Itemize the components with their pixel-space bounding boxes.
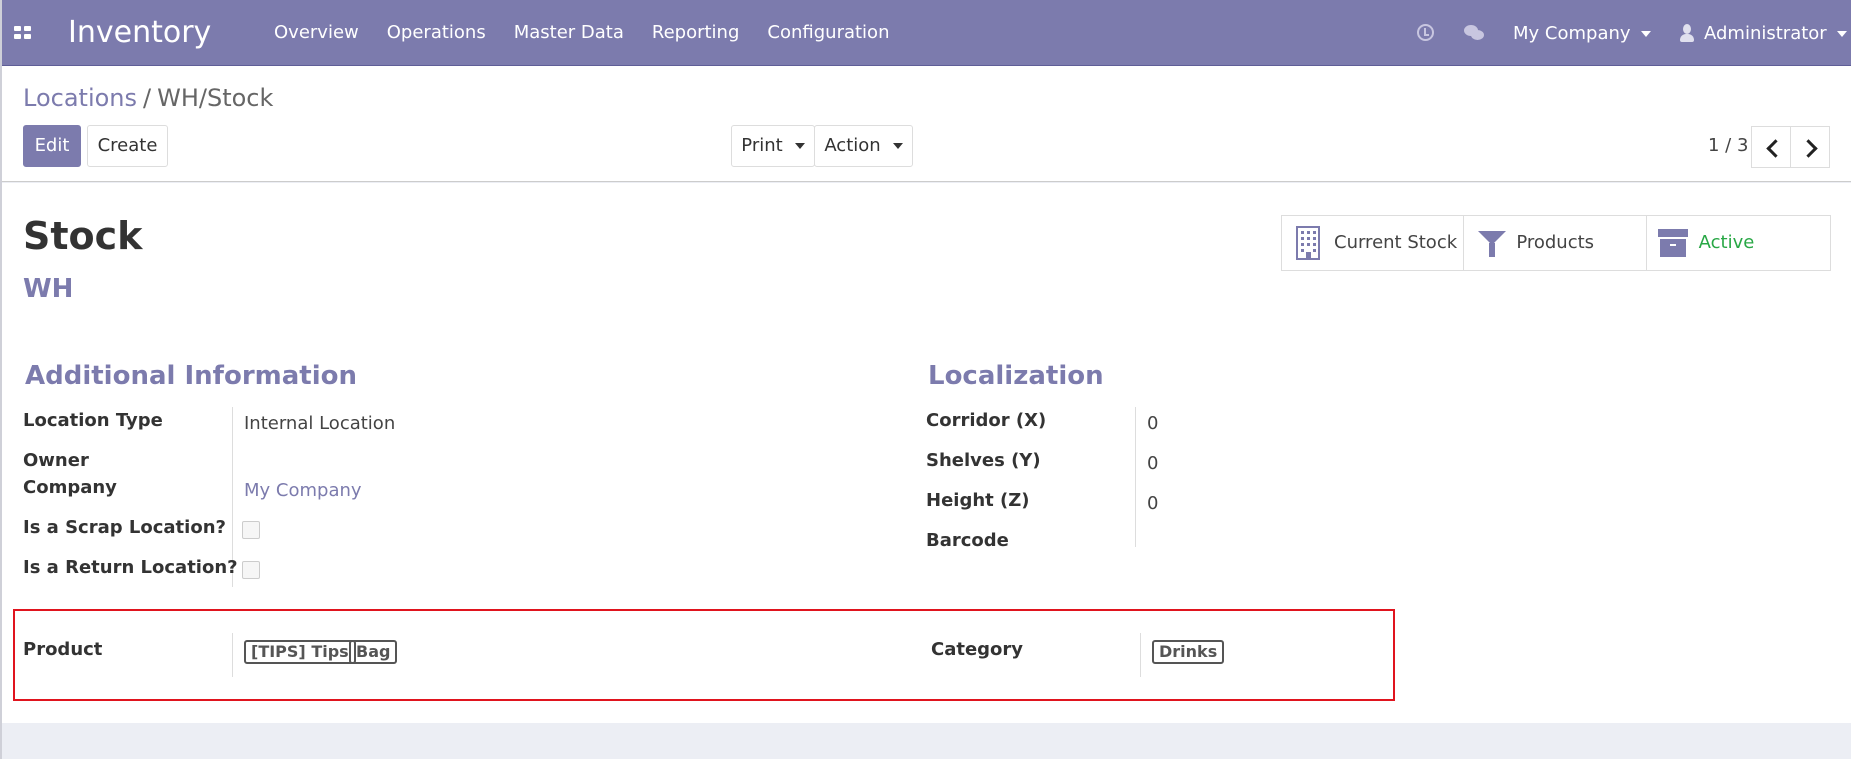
menu-item-master-data[interactable]: Master Data xyxy=(500,0,638,66)
owner-label: Owner xyxy=(23,450,89,471)
print-label: Print xyxy=(741,135,783,156)
additional-info-title: Additional Information xyxy=(25,361,358,391)
localization-title: Localization xyxy=(928,361,1104,391)
action-dropdown[interactable]: Action xyxy=(814,125,913,167)
user-avatar-icon xyxy=(1680,24,1694,42)
messaging-chat-icon[interactable] xyxy=(1464,25,1484,41)
return-location-checkbox[interactable] xyxy=(242,561,260,579)
pager-next-button[interactable] xyxy=(1790,126,1830,168)
scrap-location-checkbox[interactable] xyxy=(242,521,260,539)
activity-clock-icon[interactable] xyxy=(1417,24,1434,41)
menu-item-operations[interactable]: Operations xyxy=(373,0,500,66)
building-icon xyxy=(1296,226,1320,260)
form-sheet: Stock WH Current Stock Products Active A… xyxy=(0,183,1851,723)
active-toggle-button[interactable]: Active xyxy=(1647,216,1830,270)
chevron-down-icon xyxy=(1640,31,1651,37)
products-label: Products xyxy=(1516,232,1595,253)
breadcrumb-current: WH/Stock xyxy=(157,84,274,112)
product-label: Product xyxy=(23,639,103,660)
current-stock-label: Current Stock xyxy=(1334,232,1458,253)
company-value[interactable]: My Company xyxy=(244,479,362,503)
menu-item-overview[interactable]: Overview xyxy=(260,0,373,66)
pager-previous-button[interactable] xyxy=(1751,126,1791,168)
user-name: Administrator xyxy=(1704,23,1827,44)
height-label: Height (Z) xyxy=(926,490,1030,511)
shelves-label: Shelves (Y) xyxy=(926,450,1041,471)
breadcrumb-separator: / xyxy=(143,84,152,112)
location-type-value: Internal Location xyxy=(244,413,396,434)
breadcrumb: Locations / WH/Stock xyxy=(23,83,273,113)
product-tag[interactable]: [TIPS] Tips xyxy=(244,640,356,664)
print-dropdown[interactable]: Print xyxy=(731,125,815,167)
parent-location[interactable]: WH xyxy=(23,273,73,305)
corridor-label: Corridor (X) xyxy=(926,410,1047,431)
field-divider xyxy=(1140,633,1141,677)
chevron-down-icon xyxy=(794,143,805,149)
apps-menu-icon[interactable] xyxy=(14,26,32,40)
current-stock-button[interactable]: Current Stock xyxy=(1282,216,1465,270)
product-tag[interactable]: Bag xyxy=(349,640,398,664)
action-label: Action xyxy=(824,135,881,156)
height-value: 0 xyxy=(1147,493,1159,514)
shelves-value: 0 xyxy=(1147,453,1159,474)
return-location-label: Is a Return Location? xyxy=(23,557,238,578)
barcode-label: Barcode xyxy=(926,530,1009,551)
main-menu: Overview Operations Master Data Reportin… xyxy=(260,0,903,66)
create-button[interactable]: Create xyxy=(87,125,168,167)
breadcrumb-parent[interactable]: Locations xyxy=(23,84,137,112)
active-label: Active xyxy=(1698,232,1755,253)
category-label: Category xyxy=(931,639,1024,660)
archive-box-icon xyxy=(1657,229,1688,257)
app-title[interactable]: Inventory xyxy=(68,14,211,52)
scrap-location-label: Is a Scrap Location? xyxy=(23,517,226,538)
filter-funnel-icon xyxy=(1478,231,1507,257)
page-background xyxy=(0,723,1851,759)
corridor-value: 0 xyxy=(1147,413,1159,434)
location-type-label: Location Type xyxy=(23,410,163,431)
category-tag[interactable]: Drinks xyxy=(1152,640,1225,664)
field-divider xyxy=(1135,407,1136,547)
company-switcher[interactable]: My Company xyxy=(1513,0,1651,68)
window-edge xyxy=(0,0,2,759)
products-button[interactable]: Products xyxy=(1464,216,1647,270)
edit-button[interactable]: Edit xyxy=(23,125,81,167)
top-navbar: Inventory Overview Operations Master Dat… xyxy=(0,0,1851,66)
smart-buttons: Current Stock Products Active xyxy=(1281,215,1831,271)
pager-value[interactable]: 1 / 3 xyxy=(1708,134,1748,158)
company-name: My Company xyxy=(1513,23,1631,44)
menu-item-configuration[interactable]: Configuration xyxy=(753,0,903,66)
chevron-down-icon xyxy=(1836,31,1847,37)
chevron-down-icon xyxy=(892,143,903,149)
control-panel: Locations / WH/Stock Edit Create Print Act… xyxy=(0,66,1851,182)
company-label: Company xyxy=(23,477,117,498)
user-menu[interactable]: Administrator xyxy=(1704,0,1847,68)
field-divider xyxy=(232,633,233,677)
record-name: Stock xyxy=(23,214,143,258)
menu-item-reporting[interactable]: Reporting xyxy=(638,0,754,66)
